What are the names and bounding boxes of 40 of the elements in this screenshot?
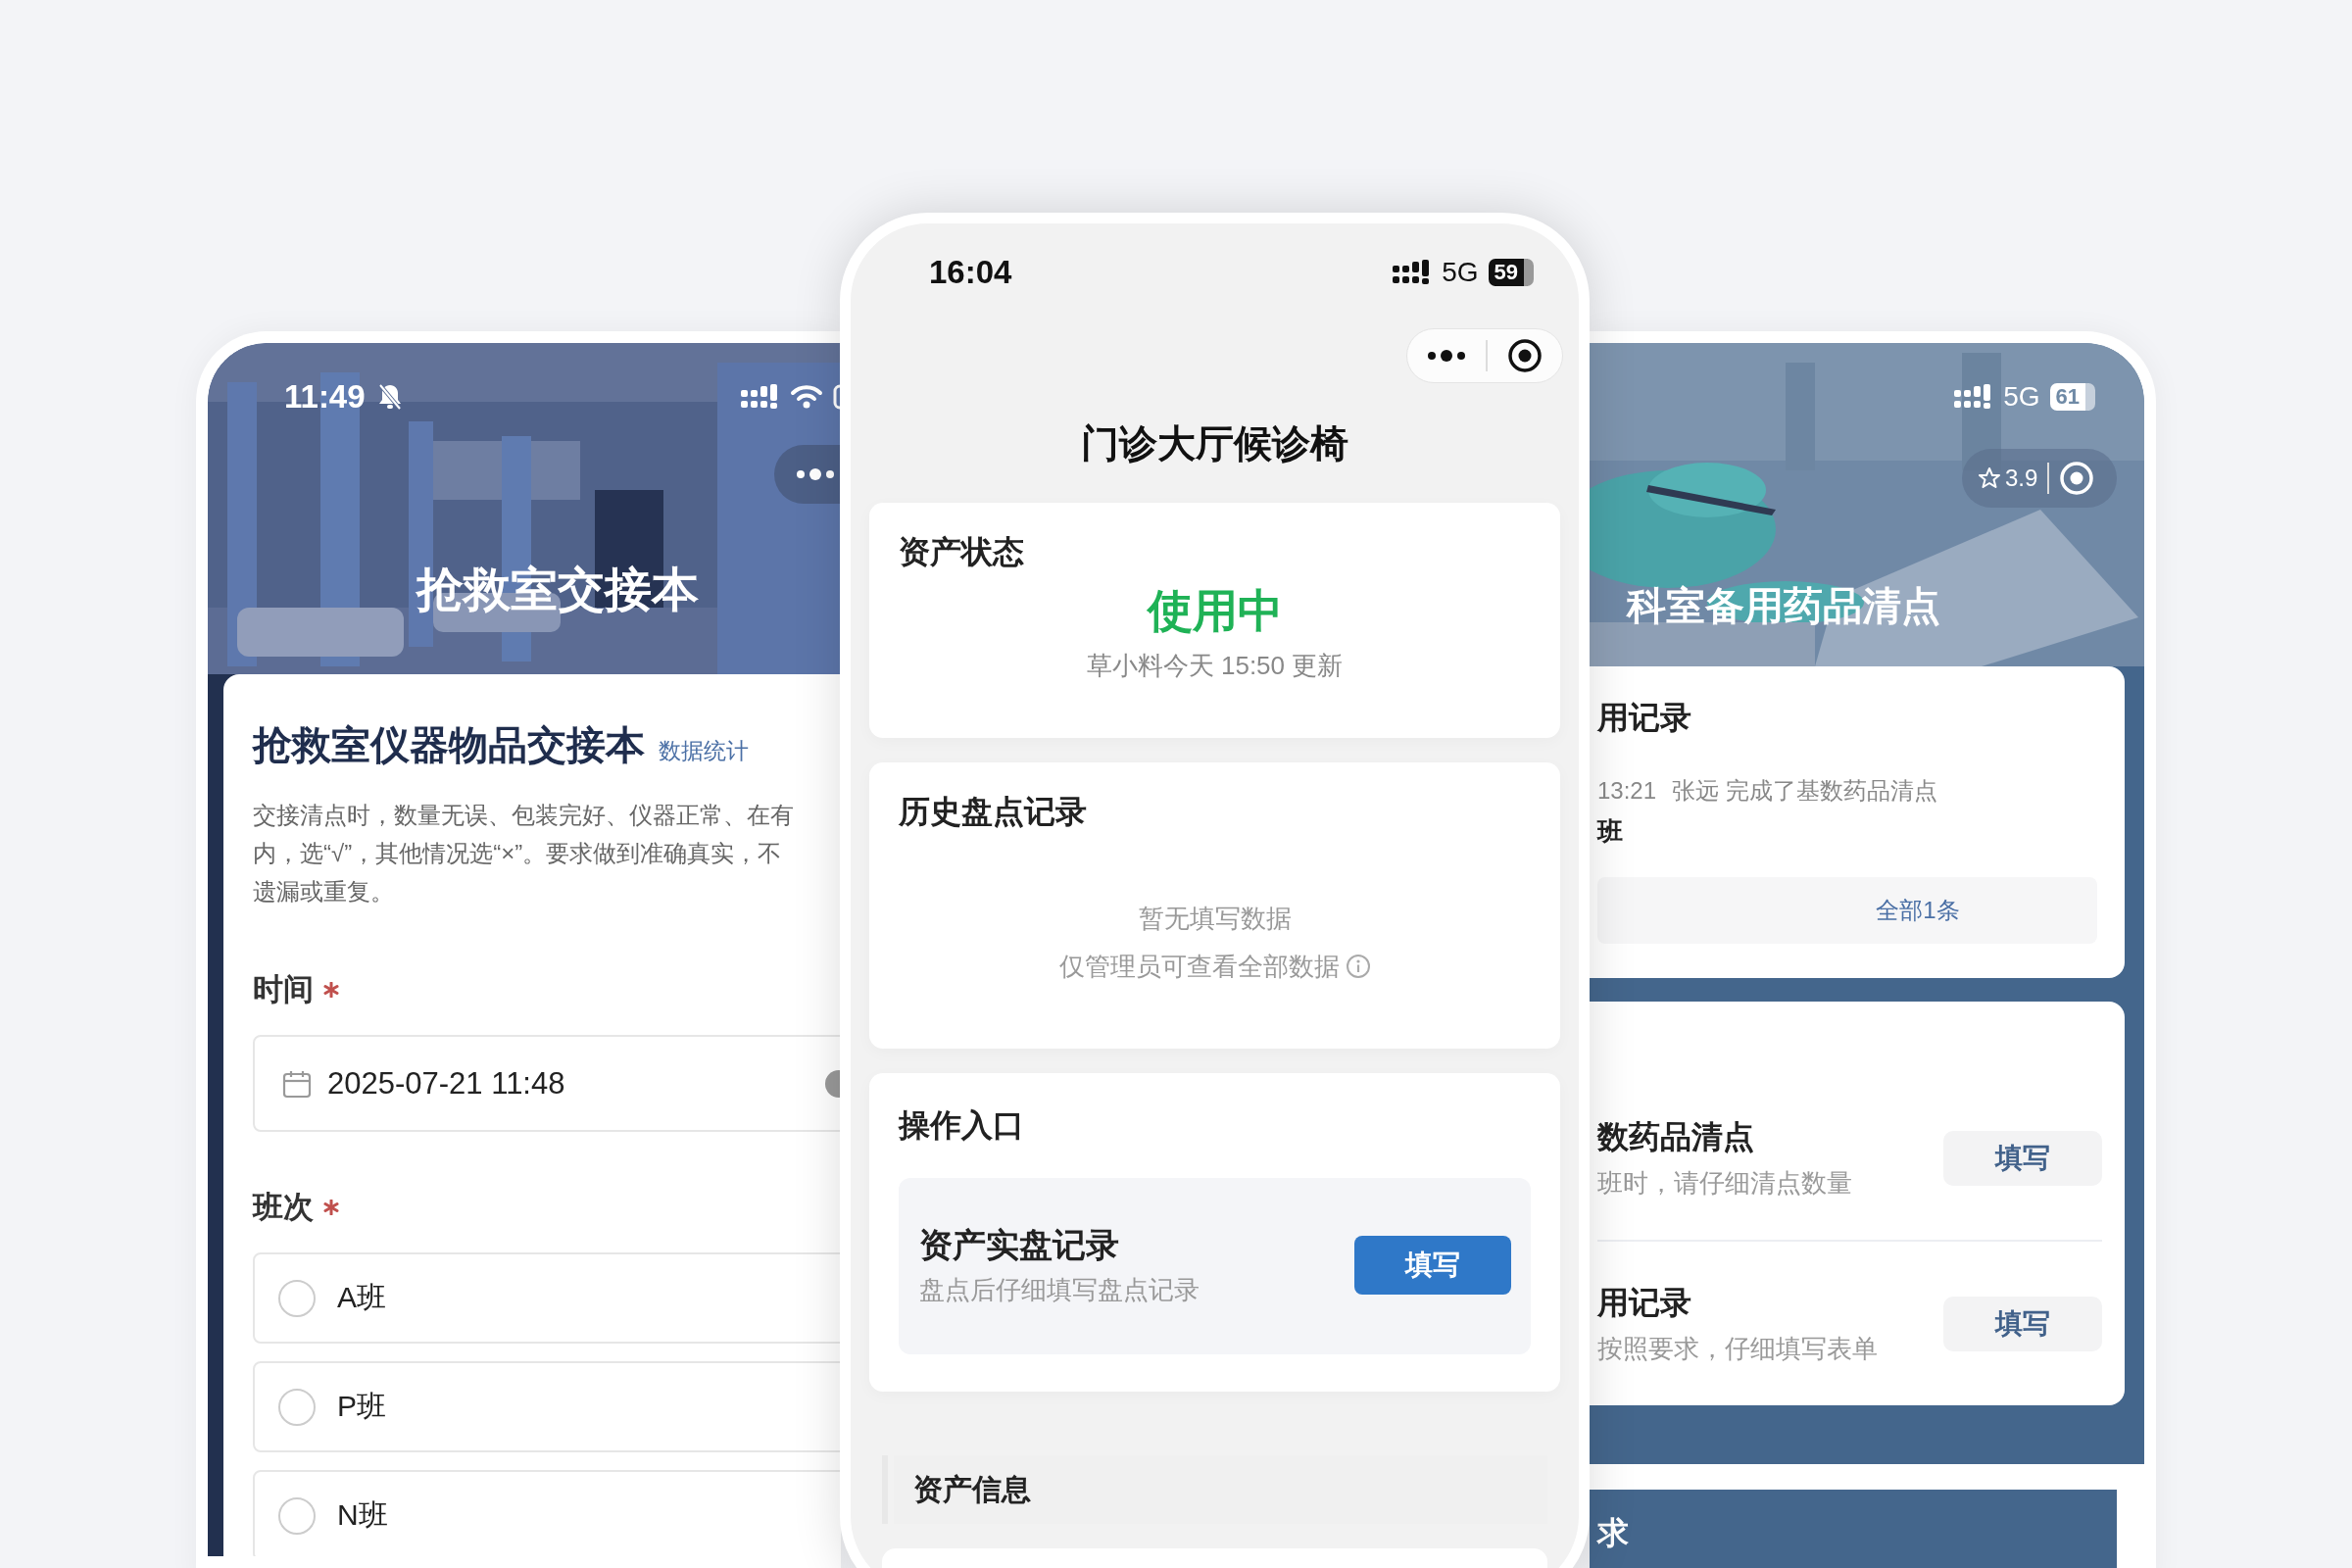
status-time: 11:49 <box>284 378 366 416</box>
status-time: 16:04 <box>929 254 1012 291</box>
empty-message: 暂无填写数据 <box>1137 903 1293 935</box>
asset-status: 使用中 <box>1146 584 1284 638</box>
form-description: 交接清点时，数量无误、包装完好、仪器正常、在有 内，选“√”，其他情况选“×”。要求做到准确真实，不 遗漏或重复。 <box>253 801 795 906</box>
header-title: 抢救室交接本 <box>415 563 700 617</box>
header-title: 科室备用药品清点 <box>1625 583 1941 629</box>
record-shift: 班 <box>1597 815 1624 848</box>
card-title: 用记录 <box>1597 699 1692 737</box>
network-label: 5G <box>2003 381 2040 413</box>
network-label: 5G <box>1442 257 1479 288</box>
form-title: 抢救室仪器物品交接本 <box>253 722 645 768</box>
entry-hint: 盘点后仔细填写盘点记录 <box>919 1274 1200 1306</box>
form-name: 用记录 <box>1597 1284 1692 1322</box>
page-title: 门诊大厅候诊椅 <box>1080 422 1349 466</box>
fill-button[interactable]: 填写 <box>1943 1296 2102 1351</box>
record-text: 张远 完成了基数药品清点 <box>1672 776 1937 806</box>
battery-level: 61 <box>2049 383 2095 411</box>
radio-option[interactable]: P班 <box>253 1361 841 1452</box>
form-hint: 按照要求，仔细填写表单 <box>1597 1333 1878 1365</box>
admin-note: 仅管理员可查看全部数据 <box>1058 951 1340 983</box>
form-name: 数药品清点 <box>1597 1118 1755 1156</box>
fill-button[interactable]: 填写 <box>1943 1130 2102 1186</box>
record-time: 13:21 <box>1597 776 1657 806</box>
radio-option[interactable]: N班 <box>253 1470 841 1556</box>
stats-link[interactable]: 数据统计 <box>659 736 749 766</box>
update-info: 草小料今天 15:50 更新 <box>1085 650 1345 682</box>
field-label: 班次 <box>253 1189 314 1226</box>
battery-level: 59 <box>1488 259 1534 286</box>
form-hint: 班时，请仔细清点数量 <box>1597 1167 1852 1200</box>
section-header: 求 <box>1590 1490 2117 1568</box>
card-title: 操作入口 <box>899 1106 1025 1145</box>
entry-title: 资产实盘记录 <box>919 1225 1120 1265</box>
rating-value: 3.9 <box>2005 465 2038 492</box>
view-all-button[interactable]: 全部1条 <box>1597 877 2097 944</box>
card-title: 资产状态 <box>899 533 1025 571</box>
radio-option[interactable]: A班 <box>253 1252 841 1344</box>
fill-button[interactable]: 填写 <box>1354 1236 1511 1295</box>
card-title: 历史盘点记录 <box>899 793 1088 831</box>
field-label: 时间 <box>253 971 314 1008</box>
